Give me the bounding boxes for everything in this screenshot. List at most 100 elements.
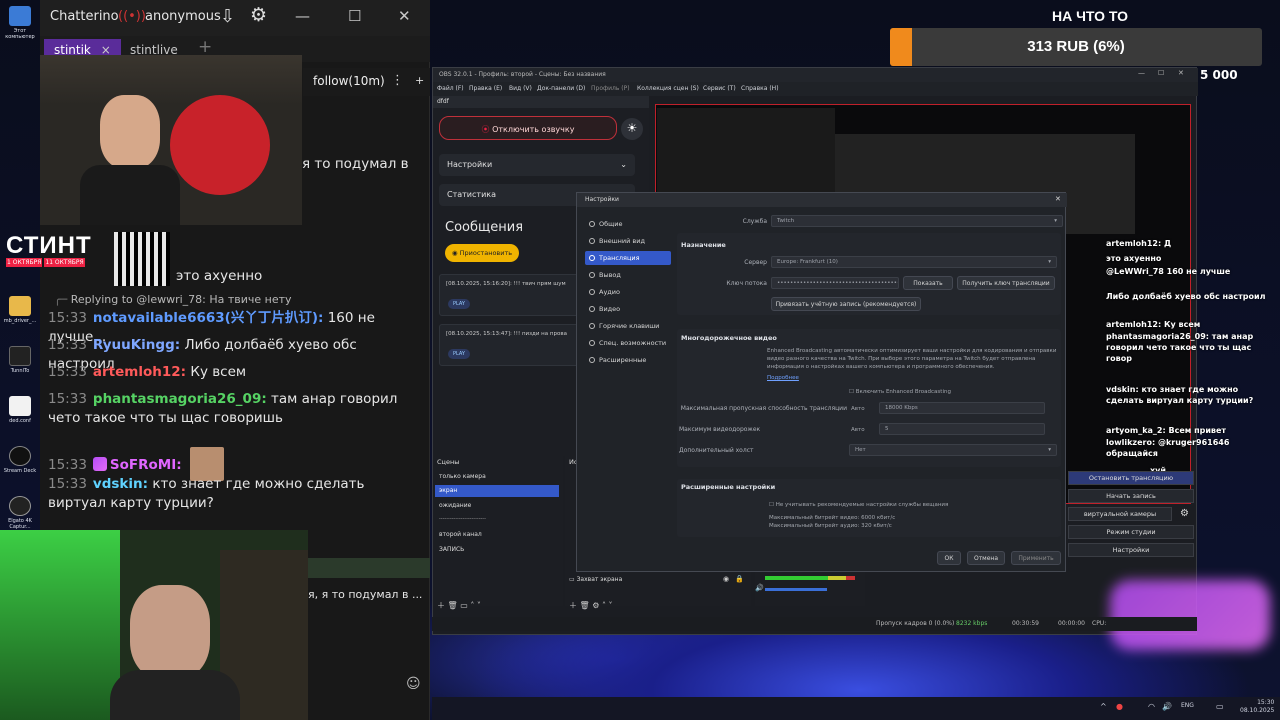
scene-item[interactable]: второй канал xyxy=(435,529,559,541)
ignore-recommended-checkbox[interactable]: ☐ Не учитывать рекомендуемые настройки с… xyxy=(769,501,948,509)
more-icon[interactable]: ⋮ xyxy=(391,73,404,88)
close-icon[interactable]: ✕ xyxy=(398,7,411,25)
service-select[interactable]: Twitch ▾ xyxy=(771,215,1063,227)
language-indicator[interactable]: ENG xyxy=(1181,702,1194,709)
username[interactable]: phantasmagoria26_09: xyxy=(93,391,267,407)
enhanced-broadcasting-checkbox[interactable]: ☐ Включить Enhanced Broadcasting xyxy=(849,388,951,396)
clock[interactable]: 15:30 08.10.2025 xyxy=(1240,699,1274,715)
pause-button[interactable]: ◉ Приостановить xyxy=(445,244,519,262)
cancel-button[interactable]: Отмена xyxy=(967,551,1005,565)
logo-date-2: 11 ОКТЯБРЯ xyxy=(44,258,85,267)
minimize-icon[interactable]: — xyxy=(295,7,310,25)
auto-checkbox[interactable]: Авто xyxy=(851,426,865,434)
connect-account-button[interactable]: Привязать учётную запись (рекомендуется) xyxy=(771,297,921,311)
download-icon[interactable]: ⇩ xyxy=(220,6,235,27)
close-icon[interactable]: ✕ xyxy=(1055,195,1061,203)
minimize-icon[interactable]: — xyxy=(1138,69,1145,77)
start-recording-button[interactable]: Начать запись xyxy=(1068,489,1194,503)
gear-icon[interactable]: ⚙ xyxy=(250,4,267,26)
nav-video[interactable]: Видео xyxy=(585,302,671,316)
desktop-icon-mb-driver[interactable]: mb_driver_... xyxy=(2,296,38,324)
nav-hotkeys[interactable]: Горячие клавиши xyxy=(585,319,671,333)
scene-item-active[interactable]: экран xyxy=(435,485,559,497)
broadcast-icon[interactable]: ((•)) xyxy=(118,9,146,24)
auto-checkbox[interactable]: Авто xyxy=(851,405,865,413)
server-select[interactable]: Europe: Frankfurt (10) ▾ xyxy=(771,256,1057,268)
speaker-icon[interactable]: 🔊 xyxy=(1162,702,1172,711)
stop-tts-button[interactable]: ⦿ Отключить озвучку xyxy=(439,116,617,140)
play-button[interactable]: PLAY xyxy=(448,349,470,359)
get-stream-key-button[interactable]: Получить ключ трансляции xyxy=(957,276,1055,290)
settings-row[interactable]: Настройки ⌄ xyxy=(439,154,635,176)
eye-icon[interactable]: ◉ xyxy=(723,575,729,583)
scene-item[interactable]: ожидание xyxy=(435,500,559,512)
nav-audio[interactable]: Аудио xyxy=(585,285,671,299)
close-icon[interactable]: ✕ xyxy=(1178,69,1184,77)
computer-icon xyxy=(9,6,31,26)
dropped-frames: Пропуск кадров 0 (0.0%) xyxy=(876,620,955,627)
learn-more-link[interactable]: Подробнее xyxy=(767,374,799,382)
username[interactable]: SoFRoMI: xyxy=(110,457,182,473)
scene-item[interactable]: -------------------------- xyxy=(435,514,559,526)
desktop-icon-this-pc[interactable]: Этот компьютер xyxy=(2,6,38,40)
nav-appearance[interactable]: Внешний вид xyxy=(585,234,671,248)
stream-key-input[interactable]: •••••••••••••••••••••••••••••••••••••••• xyxy=(771,277,899,289)
nav-stream[interactable]: Трансляция xyxy=(585,251,671,265)
menu-file[interactable]: Файл (F) xyxy=(437,85,464,92)
add-tab-icon[interactable]: + xyxy=(198,37,212,57)
desktop-icon-ded-conf[interactable]: ded.conf xyxy=(2,396,38,424)
scene-toolbar[interactable]: ＋ 🗑 ▭ ˄ ˅ xyxy=(437,600,481,611)
menu-docks[interactable]: Док-панели (D) xyxy=(537,85,585,92)
username[interactable]: vdskin: xyxy=(93,476,148,492)
source-item[interactable]: ▭ Захват экрана xyxy=(569,576,622,583)
max-tracks-spinbox[interactable]: 5 xyxy=(879,423,1045,435)
menu-view[interactable]: Вид (V) xyxy=(509,85,532,92)
cpu-usage: CPU: xyxy=(1092,620,1107,627)
gear-icon[interactable]: ⚙ xyxy=(1180,508,1189,519)
volume-slider[interactable] xyxy=(765,588,827,591)
stop-streaming-button[interactable]: Остановить трансляцию xyxy=(1068,471,1194,485)
maximize-icon[interactable]: ☐ xyxy=(1158,69,1164,77)
nav-output[interactable]: Вывод xyxy=(585,268,671,282)
settings-button[interactable]: Настройки xyxy=(1068,543,1194,557)
destination-heading: Назначение xyxy=(681,241,726,249)
extra-canvas-select[interactable]: Нет ▾ xyxy=(849,444,1057,456)
scene-item[interactable]: только камера xyxy=(435,471,559,483)
studio-mode-button[interactable]: Режим студии xyxy=(1068,525,1194,539)
menu-tools[interactable]: Сервис (T) xyxy=(703,85,736,92)
username[interactable]: artemloh12: xyxy=(93,364,186,380)
desktop-icon-label: Elgato 4K Captur... xyxy=(8,518,32,530)
monitor-icon[interactable]: ▭ xyxy=(1216,702,1224,711)
emoji-icon[interactable]: ☺ xyxy=(406,676,421,692)
ok-button[interactable]: ОК xyxy=(937,551,961,565)
reply-target[interactable]: @lewwri_78: xyxy=(136,293,206,306)
split-icon[interactable]: + xyxy=(415,74,424,87)
nav-general[interactable]: Общие xyxy=(585,217,671,231)
speaker-icon[interactable]: 🔊 xyxy=(755,584,764,592)
apply-button[interactable]: Применить xyxy=(1011,551,1061,565)
maximize-icon[interactable]: ☐ xyxy=(348,7,361,25)
menu-help[interactable]: Справка (H) xyxy=(741,85,779,92)
account-name[interactable]: anonymous xyxy=(145,9,221,24)
desktop-icon-elgato[interactable]: Elgato 4K Captur... xyxy=(2,496,38,530)
scene-item[interactable]: ЗАПИСЬ xyxy=(435,544,559,556)
desktop-icon-stream-deck[interactable]: Stream Deck xyxy=(2,446,38,474)
lock-icon[interactable]: 🔒 xyxy=(735,575,744,583)
tray-icon[interactable]: ● xyxy=(1116,702,1123,711)
virtual-camera-button[interactable]: виртуальной камеры xyxy=(1068,507,1172,521)
username[interactable]: notavailable6663(兴丫丁片扒订): xyxy=(93,310,323,326)
menu-scene-collection[interactable]: Коллекция сцен (S) xyxy=(637,85,699,92)
chevron-up-icon[interactable]: ^ xyxy=(1100,702,1107,711)
theme-toggle-icon[interactable]: ☀ xyxy=(621,118,643,140)
menu-profile[interactable]: Профиль (P) xyxy=(591,85,630,92)
nav-accessibility[interactable]: Спец. возможности xyxy=(585,336,671,350)
nav-advanced[interactable]: Расширенные xyxy=(585,353,671,367)
max-bandwidth-spinbox[interactable]: 18000 Kbps xyxy=(879,402,1045,414)
menu-edit[interactable]: Правка (E) xyxy=(469,85,502,92)
show-key-button[interactable]: Показать xyxy=(903,276,953,290)
wifi-icon[interactable]: ◠ xyxy=(1148,702,1155,711)
username[interactable]: RyuuKingg: xyxy=(93,337,180,353)
desktop-icon-tunnito[interactable]: TunnITo xyxy=(2,346,38,374)
play-button[interactable]: PLAY xyxy=(448,299,470,309)
source-toolbar[interactable]: ＋ 🗑 ⚙ ˄ ˅ xyxy=(569,600,613,611)
